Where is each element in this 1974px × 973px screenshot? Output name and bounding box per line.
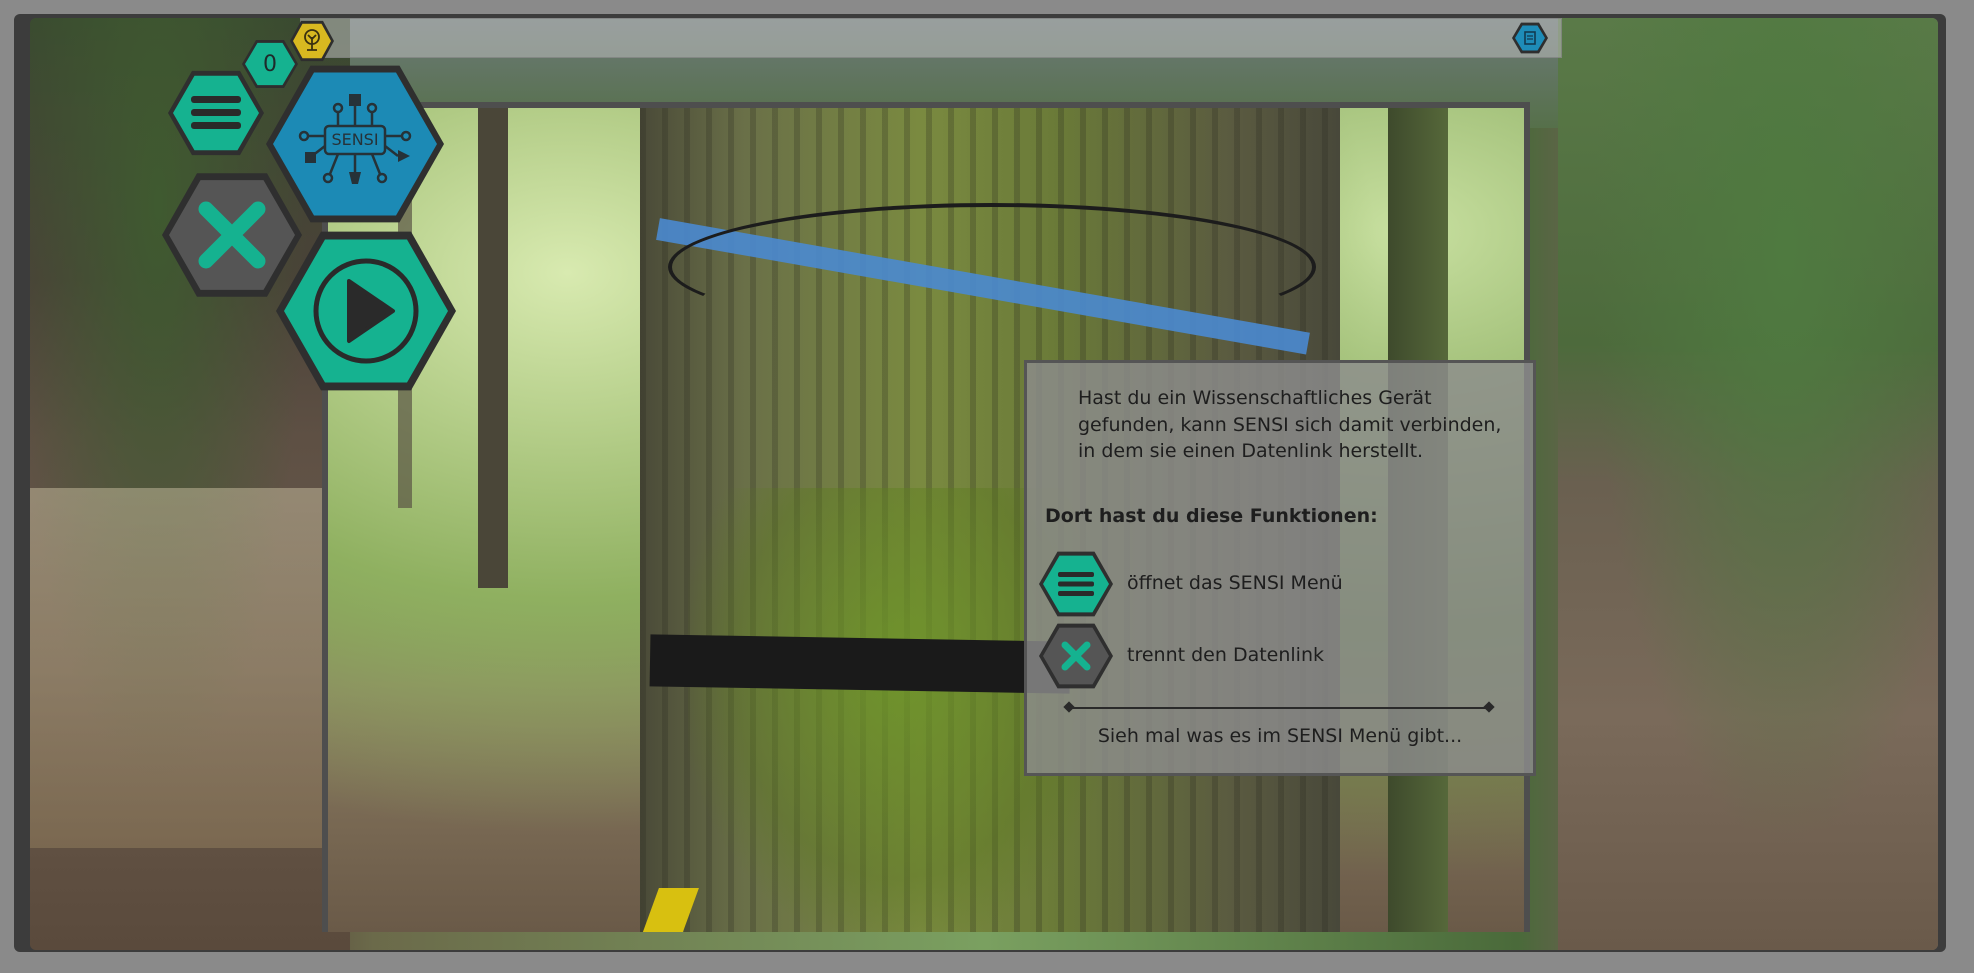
counter-value: 0 xyxy=(245,42,295,86)
top-status-bar xyxy=(300,18,1562,58)
function-label: öffnet das SENSI Menü xyxy=(1127,572,1343,594)
dialog-intro: Hast du ein Wissenschaftliches Gerät gef… xyxy=(1078,387,1502,462)
close-icon xyxy=(1039,623,1113,689)
sensi-logo-text: SENSI xyxy=(331,130,378,149)
dialog-heading: Dort hast du diese Funktionen: xyxy=(1045,505,1378,527)
black-strap xyxy=(649,634,1071,694)
sensor-cable xyxy=(668,203,1316,331)
menu-icon xyxy=(173,75,259,151)
function-row-menu: öffnet das SENSI Menü xyxy=(1039,551,1519,617)
forest-floor-left xyxy=(30,488,350,848)
close-icon xyxy=(169,180,295,290)
info-dialog: Hast du ein Wissenschaftliches Gerät gef… xyxy=(1024,360,1536,776)
blurred-forest-right xyxy=(1558,18,1938,950)
play-icon xyxy=(284,239,448,383)
dialog-footer: Sieh mal was es im SENSI Menü gibt... xyxy=(1097,725,1463,747)
function-label: trennt den Datenlink xyxy=(1127,644,1324,666)
dialog-divider xyxy=(1069,707,1489,709)
menu-icon xyxy=(1039,551,1113,617)
sensi-circuit-icon: SENSI xyxy=(298,94,412,184)
function-row-disconnect: trennt den Datenlink xyxy=(1039,623,1519,689)
